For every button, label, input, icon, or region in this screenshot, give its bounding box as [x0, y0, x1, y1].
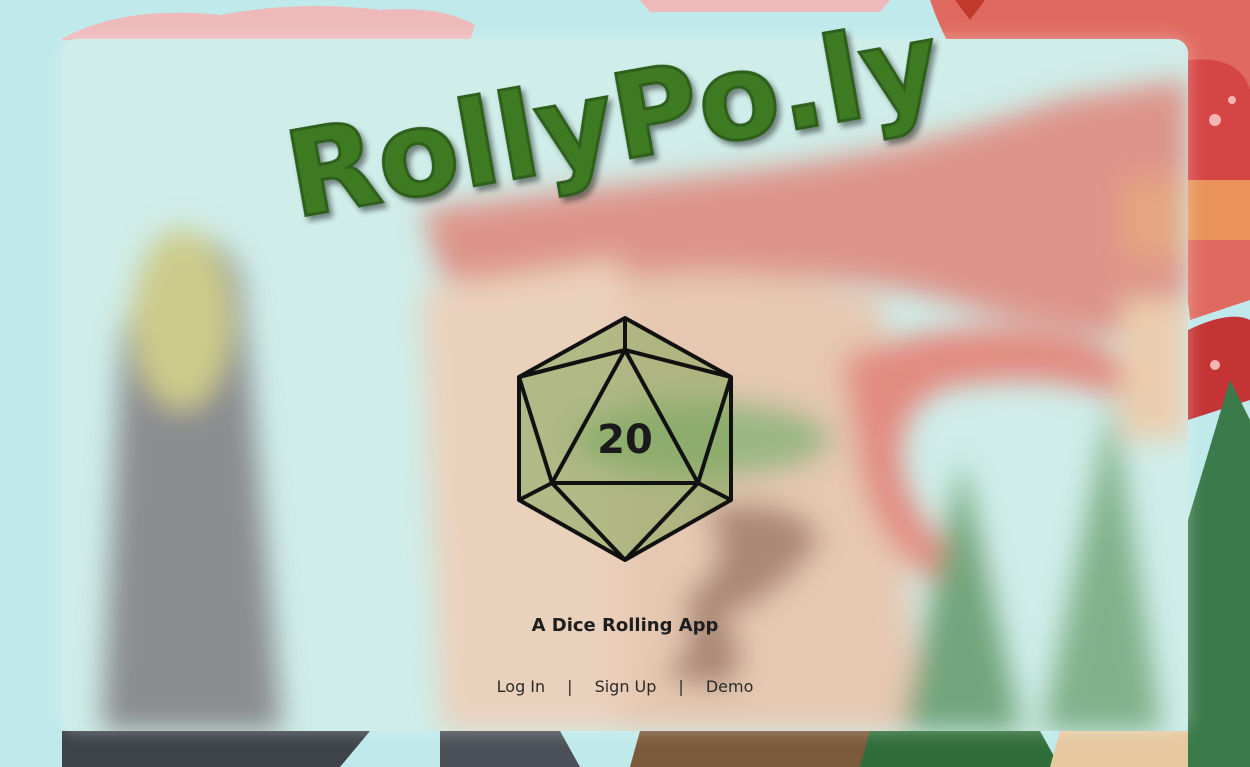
landing-page: RollyPo.ly 20 A Dice Rolling App Log In … — [0, 0, 1250, 767]
nav-separator: | — [678, 676, 684, 696]
auth-nav: Log In | Sign Up | Demo — [420, 672, 830, 700]
tagline: A Dice Rolling App — [531, 615, 719, 636]
signup-link[interactable]: Sign Up — [595, 677, 657, 696]
d20-icon — [517, 316, 733, 562]
nav-separator: | — [567, 676, 573, 696]
dice-value-label: 20 — [597, 417, 653, 463]
demo-link[interactable]: Demo — [706, 677, 754, 696]
login-link[interactable]: Log In — [497, 677, 546, 696]
